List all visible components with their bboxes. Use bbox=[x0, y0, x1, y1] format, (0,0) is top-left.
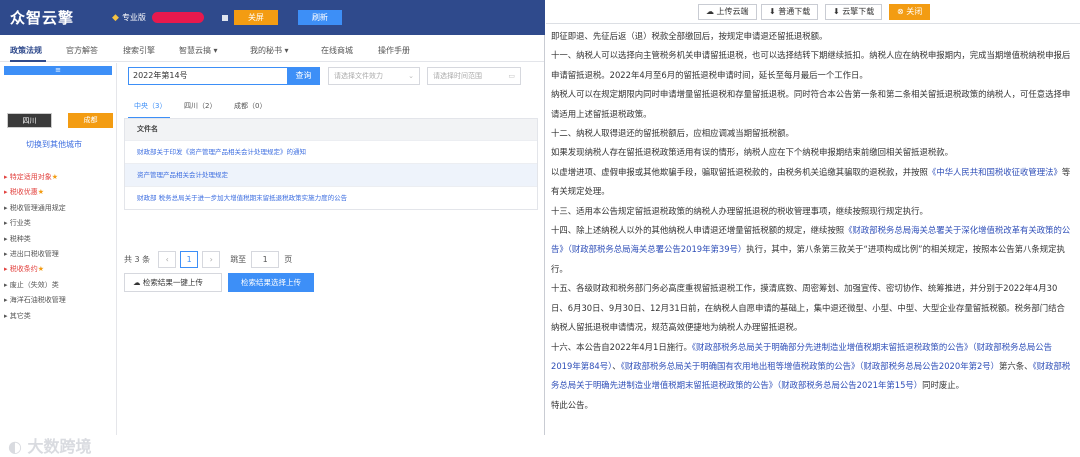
jump-label: 跳至 bbox=[230, 255, 247, 264]
doc-paragraph: 以虚增进项、虚假申报或其他欺骗手段，骗取留抵退税款的，由税务机关追缴其骗取的退税… bbox=[551, 166, 1071, 197]
category-item[interactable]: ▸ 税收优惠★ bbox=[4, 185, 66, 200]
left-pane: 政策法规 官方解答 搜索引擎 智慧云搞 ▾ 我的秘书 ▾ 在线商城 操作手册 ≡… bbox=[0, 35, 545, 456]
page-unit-label: 页 bbox=[284, 255, 293, 264]
doc-paragraph: 十六、本公告自2022年4月1日施行。《财政部税务总局关于明确部分先进制造业增值… bbox=[551, 341, 1071, 391]
file-effect-select[interactable]: 请选择文件效力 ⌄ bbox=[328, 67, 420, 85]
sidebar-toggle-button[interactable]: ≡ bbox=[4, 66, 112, 75]
nav-search-engine[interactable]: 搜索引擎 bbox=[123, 45, 155, 56]
nav-policy[interactable]: 政策法规 bbox=[10, 45, 42, 56]
download-icon: ⬇ bbox=[833, 7, 840, 16]
document-pane: ☁ 上传云端 ⬇ 普通下载 ⬇ 云擎下载 ⊗ 关闭 即征即退、先征后返（退）税款… bbox=[546, 0, 1080, 435]
category-item[interactable]: ▸ 其它类 bbox=[4, 309, 66, 324]
region-selector: 四川 成都 bbox=[7, 113, 113, 128]
law-link[interactable]: 《中华人民共和国税收征收管理法》 bbox=[928, 167, 1062, 177]
document-toolbar: ☁ 上传云端 ⬇ 普通下载 ⬇ 云擎下载 ⊗ 关闭 bbox=[546, 0, 1080, 24]
top-header: 众智云擎 ◆ 专业版 关屏 刷新 bbox=[0, 0, 545, 35]
category-item[interactable]: ▸ 税收条约★ bbox=[4, 262, 66, 277]
category-item[interactable]: ▸ 海洋石油税收管理 bbox=[4, 293, 66, 308]
announcement-link[interactable]: 《财政部税务总局关于明确国有农用地出租等增值税政策的公告》（财政部税务总局公告2… bbox=[621, 361, 999, 371]
table-header: 文件名 bbox=[125, 119, 537, 140]
refresh-button[interactable]: 刷新 bbox=[297, 10, 342, 25]
sidebar: ≡ 四川 成都 切换到其他城市 ▸ 特定适用对象★ ▸ 税收优惠★ ▸ 税收管理… bbox=[0, 63, 117, 435]
tab-central[interactable]: 中央（3） bbox=[134, 101, 166, 111]
region-chengdu-button[interactable]: 成都 bbox=[68, 113, 113, 128]
category-item[interactable]: ▸ 税种类 bbox=[4, 232, 66, 247]
doc-paragraph: 纳税人可以在规定期限内同时申请增量留抵退税和存量留抵退税。同时符合本公告第一条和… bbox=[551, 89, 1071, 119]
upload-cloud-button[interactable]: ☁ 上传云端 bbox=[698, 4, 757, 20]
doc-paragraph: 十三、适用本公告规定留抵退税政策的纳税人办理留抵退税的税收管理事项，继续按照现行… bbox=[551, 205, 928, 216]
pro-badge: ◆ 专业版 bbox=[112, 12, 204, 23]
results-table: 文件名 财政部关于印发《资产管理产品相关会计处理规定》的通知 资产管理产品相关会… bbox=[124, 118, 538, 210]
doc-paragraph: 特此公告。 bbox=[551, 399, 593, 410]
tab-sichuan[interactable]: 四川（2） bbox=[184, 101, 216, 111]
doc-paragraph: 十二、纳税人取得退还的留抵税额后，应相应调减当期留抵税额。 bbox=[551, 128, 794, 139]
tab-chengdu[interactable]: 成都（0） bbox=[234, 101, 266, 111]
prev-page-button[interactable]: ‹ bbox=[158, 251, 177, 268]
upload-all-results-button[interactable]: ☁ 检索结果一键上传 bbox=[124, 273, 222, 292]
search-input[interactable]: 2022年第14号 bbox=[128, 67, 288, 85]
pagination: 共 3 条 ‹ 1 › 跳至 1 页 bbox=[124, 251, 292, 268]
time-range-select[interactable]: 请选择时间范围 ▭ bbox=[427, 67, 521, 85]
doc-paragraph: 即征即退、先征后返（退）税款全部缴回后，按规定申请退还留抵退税额。 bbox=[551, 31, 828, 41]
chevron-down-icon: ⌄ bbox=[408, 72, 414, 80]
close-button[interactable]: ⊗ 关闭 bbox=[889, 4, 931, 20]
brand-logo: 众智云擎 bbox=[10, 9, 75, 27]
main-nav: 政策法规 官方解答 搜索引擎 智慧云搞 ▾ 我的秘书 ▾ 在线商城 操作手册 bbox=[0, 35, 544, 62]
nav-official-answers[interactable]: 官方解答 bbox=[66, 45, 98, 56]
category-item[interactable]: ▸ 特定适用对象★ bbox=[4, 170, 66, 185]
nav-online-mall[interactable]: 在线商城 bbox=[321, 45, 353, 56]
nav-smart-cloud[interactable]: 智慧云搞 ▾ bbox=[179, 45, 218, 56]
category-item[interactable]: ▸ 行业类 bbox=[4, 216, 66, 231]
next-page-button[interactable]: › bbox=[202, 251, 221, 268]
search-button[interactable]: 查询 bbox=[287, 67, 320, 85]
region-sichuan-button[interactable]: 四川 bbox=[7, 113, 52, 128]
doc-paragraph: 十四、除上述纳税人以外的其他纳税人申请退还增量留抵税额的规定，继续按照《财政部税… bbox=[551, 225, 1071, 274]
category-item[interactable]: ▸ 税收管理通用规定 bbox=[4, 201, 66, 216]
cloud-upload-icon: ☁ bbox=[133, 278, 141, 287]
normal-download-button[interactable]: ⬇ 普通下载 bbox=[761, 4, 819, 20]
upload-selected-results-button[interactable]: 检索结果选择上传 bbox=[228, 273, 314, 292]
table-row[interactable]: 财政部 税务总局关于进一步加大增值税期末留抵退税政策实施力度的公告 bbox=[125, 186, 537, 209]
diamond-icon: ◆ bbox=[112, 12, 119, 23]
category-item[interactable]: ▸ 废止（失效）类 bbox=[4, 278, 66, 293]
calendar-icon: ▭ bbox=[508, 72, 515, 80]
cloud-download-button[interactable]: ⬇ 云擎下载 bbox=[825, 4, 883, 20]
total-count: 共 3 条 bbox=[124, 255, 151, 264]
category-item[interactable]: ▸ 进出口税收管理 bbox=[4, 247, 66, 262]
square-icon bbox=[221, 14, 228, 21]
doc-paragraph: 如果发现纳税人存在留抵退税政策适用有误的情形，纳税人应在下个纳税申报期结束前缴回… bbox=[551, 147, 953, 158]
document-body: 即征即退、先征后返（退）税款全部缴回后，按规定申请退还留抵退税额。 十一、纳税人… bbox=[551, 27, 1073, 415]
close-icon: ⊗ bbox=[897, 7, 904, 16]
page-1-button[interactable]: 1 bbox=[180, 251, 199, 268]
upload-icon: ☁ bbox=[706, 7, 714, 16]
doc-paragraph: 十一、纳税人可以选择向主管税务机关申请留抵退税，也可以选择结转下期继续抵扣。纳税… bbox=[551, 50, 1071, 80]
download-icon: ⬇ bbox=[769, 7, 776, 16]
pro-label: 专业版 bbox=[121, 13, 146, 22]
watermark-logo: ◐ 大数跨境 bbox=[8, 437, 92, 456]
nav-my-secretary[interactable]: 我的秘书 ▾ bbox=[250, 45, 289, 56]
redacted-username bbox=[151, 12, 204, 23]
table-row[interactable]: 财政部关于印发《资产管理产品相关会计处理规定》的通知 bbox=[125, 140, 537, 163]
nav-manual[interactable]: 操作手册 bbox=[378, 45, 410, 56]
switch-city-link[interactable]: 切换到其他城市 bbox=[26, 139, 82, 150]
page-jump-input[interactable]: 1 bbox=[251, 251, 280, 268]
close-screen-button[interactable]: 关屏 bbox=[233, 10, 278, 25]
nav-active-underline bbox=[10, 60, 46, 62]
doc-paragraph: 十五、各级财政和税务部门务必高度重视留抵退税工作，摸清底数、周密筹划、加强宣传、… bbox=[551, 283, 1065, 333]
category-list: ▸ 特定适用对象★ ▸ 税收优惠★ ▸ 税收管理通用规定 ▸ 行业类 ▸ 税种类… bbox=[4, 170, 66, 324]
region-tabs: 中央（3） 四川（2） 成都（0） bbox=[124, 99, 538, 119]
table-row[interactable]: 资产管理产品相关会计处理规定 bbox=[125, 163, 537, 186]
